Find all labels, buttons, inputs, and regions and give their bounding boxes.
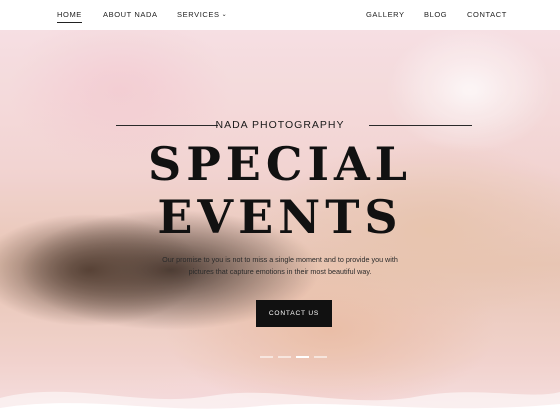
slider-dot-4[interactable]: [314, 356, 327, 358]
nav-about-nada[interactable]: ABOUT NADA: [103, 10, 158, 19]
nav-contact[interactable]: CONTACT: [467, 10, 507, 19]
hero-eyebrow: NADA PHOTOGRAPHY: [215, 119, 345, 131]
top-navigation: HOME ABOUT NADA SERVICES ⌄ GALLERY BLOG C…: [0, 0, 560, 30]
hero-headline-line2: EVENTS: [157, 190, 403, 244]
contact-us-button[interactable]: CONTACT US: [256, 300, 332, 327]
hero-tagline: Our promise to you is not to miss a sing…: [130, 254, 430, 278]
nav-services-label: SERVICES: [177, 10, 220, 19]
slider-dot-1[interactable]: [260, 356, 273, 358]
nav-gallery[interactable]: GALLERY: [366, 10, 405, 19]
hero-headline-line1: SPECIAL: [147, 137, 413, 191]
hero-tagline-line1: Our promise to you is not to miss a sing…: [162, 255, 398, 264]
chevron-down-icon: ⌄: [221, 12, 228, 18]
nav-blog[interactable]: BLOG: [424, 10, 447, 19]
hero-tagline-line2: pictures that capture emotions in their …: [188, 267, 372, 276]
eyebrow-rule-right: [369, 125, 472, 126]
slider-dot-3[interactable]: [296, 356, 309, 358]
nav-home[interactable]: HOME: [57, 10, 82, 23]
nav-services[interactable]: SERVICES ⌄: [177, 10, 227, 19]
hero-wave-divider: [0, 391, 560, 420]
hero-banner: NADA PHOTOGRAPHY SPECIAL EVENTS Our prom…: [0, 30, 560, 420]
slider-dot-2[interactable]: [278, 356, 291, 358]
